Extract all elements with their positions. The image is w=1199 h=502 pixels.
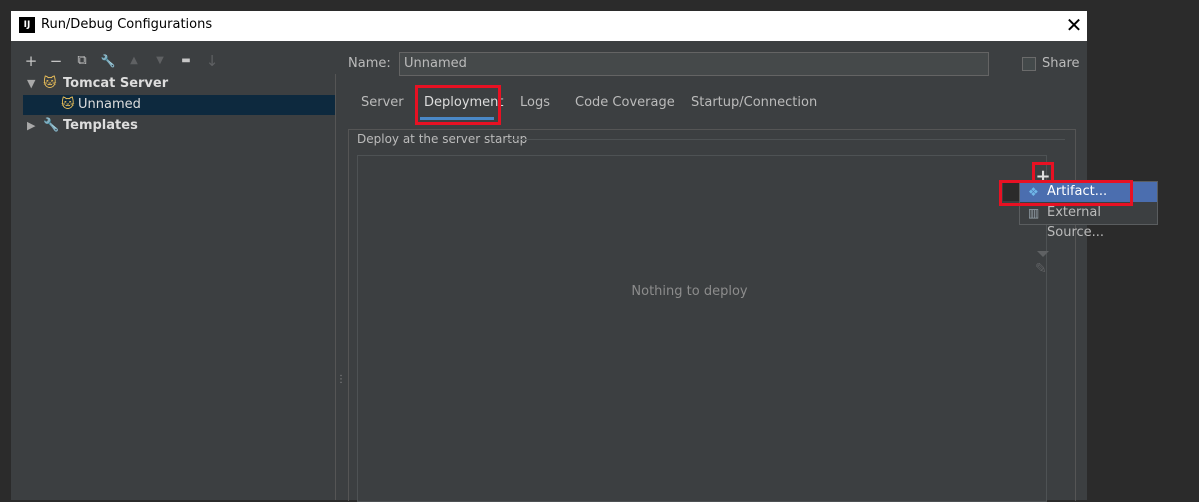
close-button[interactable]: ✕: [1063, 13, 1085, 37]
tree-item-templates[interactable]: ▶ 🔧 Templates: [23, 116, 335, 136]
tree-item-unnamed[interactable]: 🐱 Unnamed: [23, 95, 335, 115]
tomcat-icon: 🐱: [61, 97, 75, 112]
menu-highlight-box: [999, 180, 1133, 206]
run-debug-dialog: IJ Run/Debug Configurations ✕ + − ⧉ 🔧 ▲ …: [10, 10, 1088, 502]
menu-item-external-source[interactable]: ▥ External Source...: [1020, 203, 1157, 240]
move-up-icon[interactable]: ▲: [124, 51, 144, 71]
name-input[interactable]: Unnamed: [399, 52, 989, 76]
tree-label-tomcat: Tomcat Server: [63, 76, 169, 91]
expanded-arrow-icon[interactable]: ▼: [27, 74, 35, 94]
move-down-icon[interactable]: ▼: [150, 51, 170, 71]
share-checkbox[interactable]: [1022, 57, 1036, 71]
folder-icon[interactable]: ▬: [176, 51, 196, 71]
add-icon[interactable]: +: [21, 51, 41, 71]
tab-logs[interactable]: Logs: [520, 95, 550, 110]
move-down-arrow-icon[interactable]: [1037, 251, 1049, 257]
left-panel: + − ⧉ 🔧 ▲ ▼ ▬ ↓ ▼ 🐱 Tomcat Server 🐱 Unna…: [11, 41, 336, 500]
tree-item-tomcat-server[interactable]: ▼ 🐱 Tomcat Server: [23, 74, 335, 94]
edit-pencil-icon[interactable]: ✎: [1035, 261, 1047, 277]
sort-icon[interactable]: ↓: [202, 51, 222, 71]
window-title: Run/Debug Configurations: [41, 17, 213, 32]
external-source-icon: ▥: [1028, 206, 1040, 220]
copy-icon[interactable]: ⧉: [72, 51, 92, 71]
section-divider: [505, 139, 1065, 140]
config-tree: ▼ 🐱 Tomcat Server 🐱 Unnamed ▶ 🔧 Template…: [23, 74, 336, 500]
remove-icon[interactable]: −: [46, 51, 66, 71]
wrench-icon: 🔧: [43, 118, 60, 133]
collapsed-arrow-icon[interactable]: ▶: [27, 116, 35, 136]
tab-server[interactable]: Server: [361, 95, 404, 110]
empty-list-text: Nothing to deploy: [631, 284, 748, 299]
tab-highlight-box: [415, 85, 501, 125]
config-form: Name: Unnamed Share Server Deployment Lo…: [335, 41, 1087, 502]
section-title: Deploy at the server startup: [357, 132, 528, 146]
share-label: Share: [1042, 56, 1080, 71]
menu-label-external-source: External Source...: [1047, 205, 1105, 240]
tab-startup-connection[interactable]: Startup/Connection: [691, 95, 817, 110]
tab-code-coverage[interactable]: Code Coverage: [575, 95, 675, 110]
tree-label-templates: Templates: [63, 118, 138, 133]
wrench-icon[interactable]: 🔧: [98, 51, 118, 71]
tomcat-icon: 🐱: [43, 76, 57, 91]
deploy-list[interactable]: Nothing to deploy: [357, 155, 1022, 502]
tree-label-unnamed: Unnamed: [78, 97, 141, 112]
intellij-icon: IJ: [19, 17, 35, 33]
title-bar: IJ Run/Debug Configurations ✕: [11, 11, 1087, 41]
name-label: Name:: [348, 56, 391, 71]
